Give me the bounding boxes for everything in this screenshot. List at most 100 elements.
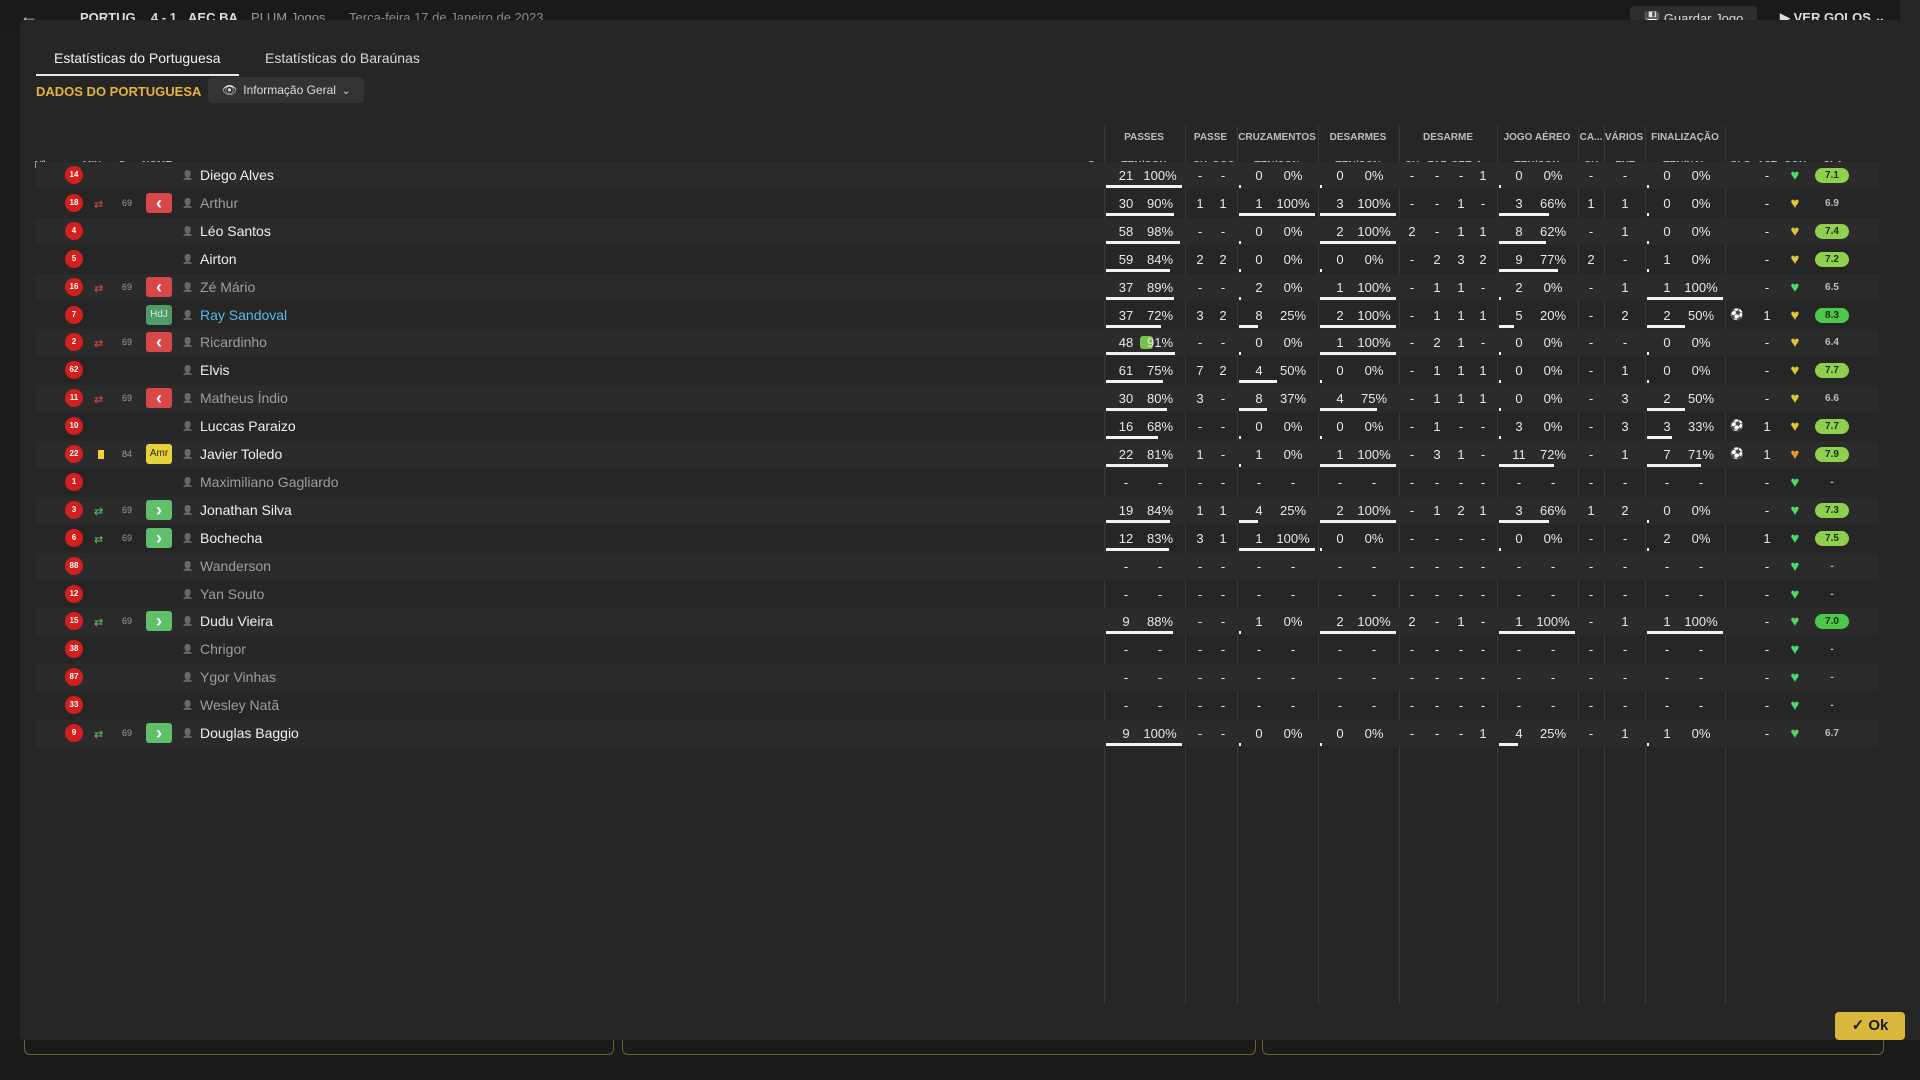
shots-percent: 0% — [1691, 195, 1711, 211]
view-dropdown[interactable]: 👁 Informação Geral ⌄ — [208, 77, 365, 103]
assists: 1 — [1763, 447, 1771, 462]
player-name[interactable]: Diego Alves — [200, 162, 274, 189]
pass-ch: - — [1197, 698, 1203, 714]
table-row[interactable]: 9 ⇄ 69 › 👤 Douglas Baggio 9 100% - -0 0% 0 0% - - -1 4 25… — [36, 720, 1879, 747]
player-name[interactable]: Javier Toledo — [200, 441, 282, 468]
misc-fnt: 1 — [1621, 363, 1629, 379]
substituted-in-icon: › — [146, 723, 172, 743]
aerial-bar — [1499, 296, 1501, 300]
crosses-percent: 25% — [1279, 502, 1307, 518]
shots-bar — [1647, 743, 1649, 746]
table-row[interactable]: 3 ⇄ 69 › 👤 Jonathan Silva 19 84% 1 1 4 25% 2 100% -1 2 1… — [36, 496, 1879, 524]
player-name[interactable]: Ygor Vinhas — [200, 664, 276, 691]
table-row[interactable]: 22 84 Amr 👤 Javier Toledo 22 81% 1-1 0% 1 100% -3 1-… — [36, 441, 1879, 468]
crosses-bar — [1239, 464, 1241, 467]
player-name[interactable]: Léo Santos — [200, 218, 271, 245]
player-name[interactable]: Ray Sandoval — [200, 302, 287, 329]
player-name[interactable]: Yan Souto — [200, 581, 264, 608]
table-row[interactable]: 88 👤 Wanderson - - - - - - - - - - - - - - - - - - - ♥ - — [36, 552, 1879, 580]
minute-label: 69 — [121, 532, 132, 543]
player-name[interactable]: Elvis — [200, 357, 230, 384]
player-name[interactable]: Jonathan Silva — [200, 497, 292, 524]
player-name[interactable]: Ricardinho — [200, 329, 267, 356]
table-row[interactable]: 18 ⇄ 69 ‹ 👤 Arthur 30 90% 1 1 1 100% 3 100% - -1-3 66% 1 1… — [36, 190, 1879, 217]
condition-heart-icon: ♥ — [1790, 725, 1800, 742]
tackle-ch: - — [1409, 698, 1415, 714]
shots-attempts: - — [1664, 586, 1670, 602]
person-icon: 👤 — [182, 504, 194, 515]
table-row[interactable]: 15 ⇄ 69 › 👤 Dudu Vieira 9 88% - -1 0% 2 100% 2-1-1 100… — [36, 608, 1879, 636]
player-name[interactable]: Luccas Paraizo — [200, 413, 296, 440]
player-name[interactable]: Zé Mário — [200, 274, 255, 301]
pass-ocg: - — [1220, 391, 1226, 407]
pass-ocg: - — [1220, 279, 1226, 295]
shirt-number-badge: 14 — [65, 166, 83, 184]
shirt-number-badge: 9 — [65, 724, 83, 742]
player-name[interactable]: Matheus Índio — [200, 385, 288, 412]
table-row[interactable]: 2 ⇄ 69 ‹ 👤 Ricardinho 48 91% - -0 0% 1 100% -2 1-0 0% - -… — [36, 329, 1879, 357]
tackle-crt: 1 — [1457, 614, 1465, 630]
ok-button[interactable]: ✓ Ok — [1835, 1012, 1905, 1040]
pass-ch: - — [1197, 726, 1203, 741]
tab-baraunas-stats[interactable]: Estatísticas do Baraúnas — [247, 44, 438, 74]
table-row[interactable]: 7 HdJ 👤 Ray Sandoval 37 72% 3 2 8 25% 2 100% -1 1 1 5 20… — [36, 302, 1879, 329]
tackles-attempts: 0 — [1336, 251, 1344, 267]
rating-badge: - — [1830, 476, 1834, 488]
player-name[interactable]: Bochecha — [200, 525, 262, 552]
table-row[interactable]: 38 👤 Chrigor - - - - - - - - - - - - - - - - - - - ♥ - — [36, 636, 1879, 663]
shots-percent: 50% — [1687, 307, 1715, 323]
crosses-attempts: - — [1256, 642, 1262, 658]
table-row[interactable]: 4 👤 Léo Santos 58 98% - -0 0% 2 100% 2-1 1 8 62% -1 0 0%… — [36, 217, 1879, 245]
shots-attempts: - — [1664, 698, 1670, 714]
shirt-number-badge: 2 — [65, 333, 83, 352]
tackle-faf: 1 — [1433, 391, 1441, 407]
shots-attempts: 0 — [1663, 363, 1671, 379]
shots-attempts: 0 — [1663, 335, 1671, 351]
shots-attempts: 0 — [1663, 502, 1671, 518]
player-name[interactable]: Arthur — [200, 190, 238, 217]
crosses-percent: - — [1290, 698, 1296, 714]
table-row[interactable]: 14 👤 Diego Alves 21 100% - -0 0% 0 0% - - -1 0 0% - -0 0%… — [36, 162, 1879, 189]
tackle-a: - — [1480, 586, 1486, 602]
aerial-bar — [1499, 185, 1501, 188]
tackle-a: - — [1480, 642, 1486, 658]
pass-ocg: - — [1220, 223, 1226, 239]
player-name[interactable]: Dudu Vieira — [200, 608, 273, 635]
shots-bar — [1647, 268, 1649, 272]
misc-fnt: 1 — [1621, 223, 1629, 239]
player-name[interactable]: Airton — [200, 246, 237, 273]
team-tabs: Estatísticas do Portuguesa Estatísticas … — [36, 44, 442, 76]
rating-badge: 6.7 — [1825, 728, 1839, 739]
passes-bar — [1106, 212, 1175, 216]
table-row[interactable]: 5 👤 Airton 59 84% 2 2 0 0% 0 0% -2 3 2 9 77% 2-1 0% - ♥ 7.2 — [36, 246, 1879, 273]
tackle-a: - — [1480, 279, 1486, 295]
table-row[interactable]: 10 👤 Luccas Paraizo 16 68% - -0 0% 0 0% -1- -3 0% -3 3… — [36, 413, 1879, 440]
shots-bar — [1647, 212, 1649, 216]
player-name[interactable]: Douglas Baggio — [200, 720, 299, 747]
person-icon: 👤 — [182, 644, 194, 655]
table-row[interactable]: 33 👤 Wesley Natã - - - - - - - - - - - - - - - - - - - ♥ - — [36, 692, 1879, 719]
player-name[interactable]: Maximiliano Gagliardo — [200, 469, 339, 496]
table-row[interactable]: 16 ⇄ 69 ‹ 👤 Zé Mário 37 89% - -2 0% 1 100% -1 1-2 0% -1 1… — [36, 273, 1879, 301]
substitution-icon: ⇄ — [94, 338, 104, 351]
player-name[interactable]: Wanderson — [200, 553, 271, 580]
shots-attempts: 0 — [1663, 195, 1671, 211]
player-name[interactable]: Chrigor — [200, 636, 246, 663]
table-row[interactable]: 11 ⇄ 69 ‹ 👤 Matheus Índio 30 80% 3-8 37% 4 75% -1 1 1 0… — [36, 385, 1879, 413]
passes-bar — [1106, 268, 1170, 272]
table-row[interactable]: 1 👤 Maximiliano Gagliardo - - - - - - - - - - - - - - - - -… — [36, 469, 1879, 496]
tackles-bar — [1320, 240, 1396, 244]
assists: - — [1764, 614, 1770, 630]
crosses-bar — [1239, 212, 1315, 216]
tackles-bar — [1320, 324, 1396, 328]
table-row[interactable]: 62 👤 Elvis 61 75% 7 2 4 50% 0 0% -1 1 1 0 0% -1 0 0% - ♥ 7.7 — [36, 357, 1879, 384]
shirt-number-badge: 7 — [65, 305, 83, 324]
player-name[interactable]: Wesley Natã — [200, 692, 279, 719]
table-row[interactable]: 6 ⇄ 69 › 👤 Bochecha 12 83% 3 1 1 100% 0 0% - - - -0 0% - -2 0… — [36, 525, 1879, 552]
substituted-out-icon: ‹ — [146, 192, 172, 213]
passes-attempts: - — [1123, 670, 1129, 686]
rating-badge: - — [1830, 672, 1834, 684]
table-row[interactable]: 87 👤 Ygor Vinhas - - - - - - - - - - - - - - - - - - - ♥ - — [36, 664, 1879, 692]
tab-portuguesa-stats[interactable]: Estatísticas do Portuguesa — [36, 44, 239, 76]
table-row[interactable]: 12 👤 Yan Souto - - - - - - - - - - - - - - - - - - - ♥ - — [36, 581, 1879, 608]
